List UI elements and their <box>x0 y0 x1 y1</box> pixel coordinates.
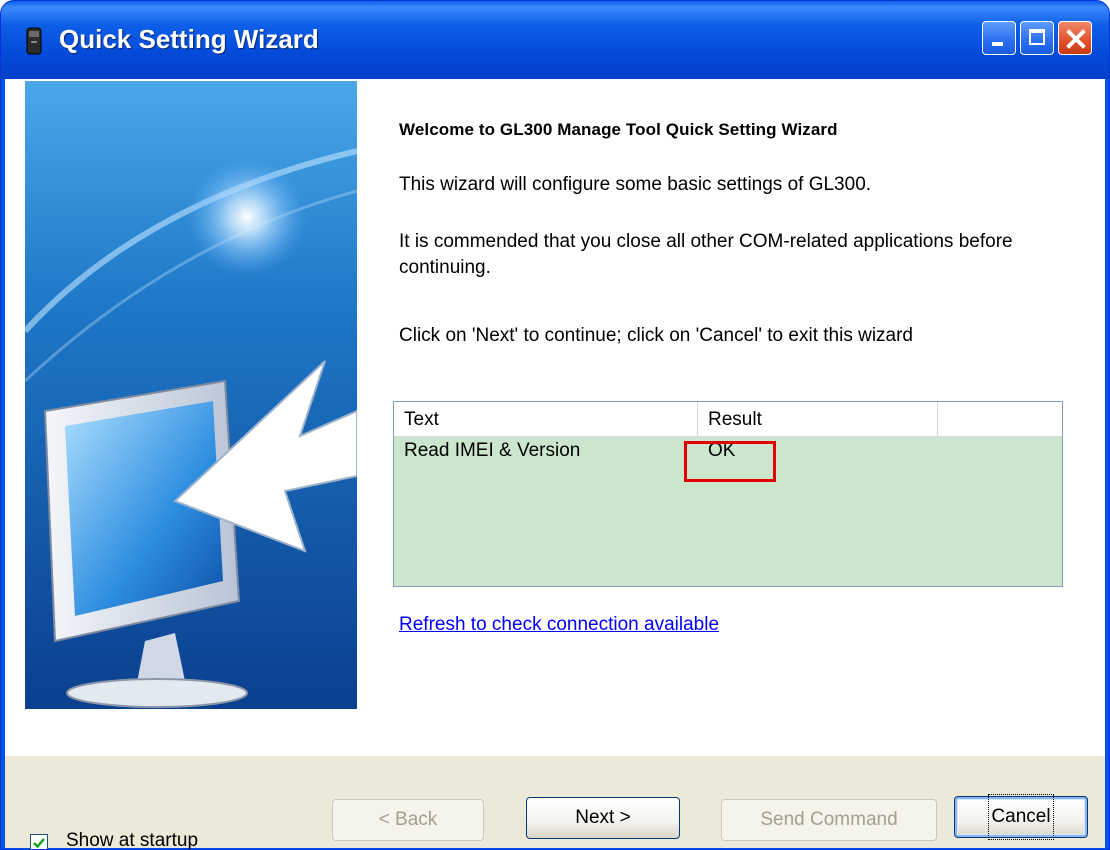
wizard-window: Quick Setting Wizard Welcome to GL300 Ma… <box>0 0 1110 850</box>
checkmark-icon <box>33 838 45 849</box>
next-button-label: Next > <box>575 807 631 828</box>
result-list[interactable]: Text Result Read IMEI & Version OK <box>393 401 1063 587</box>
close-button[interactable] <box>1058 21 1092 55</box>
warning-text: It is commended that you close all other… <box>399 231 1013 278</box>
maximize-icon <box>1029 29 1045 45</box>
window-title: Quick Setting Wizard <box>59 24 319 54</box>
title-bar[interactable]: Quick Setting Wizard <box>1 1 1109 79</box>
list-header: Text Result <box>394 402 1062 437</box>
column-header-result[interactable]: Result <box>698 402 938 436</box>
next-button[interactable]: Next > <box>526 797 680 839</box>
minimize-icon <box>992 42 1003 46</box>
highlight-box <box>684 441 776 482</box>
cancel-button[interactable]: Cancel <box>954 794 1088 840</box>
minimize-button[interactable] <box>982 21 1016 55</box>
show-at-startup-label: Show at startup <box>66 830 199 850</box>
send-command-button[interactable]: Send Command <box>721 799 937 841</box>
column-header-empty[interactable] <box>938 402 1062 436</box>
welcome-heading: Welcome to GL300 Manage Tool Quick Setti… <box>399 120 838 139</box>
computer-monitor-illustration <box>25 81 357 709</box>
app-icon <box>26 27 42 55</box>
row-text-cell: Read IMEI & Version <box>404 440 581 461</box>
back-button-label: < Back <box>378 809 438 830</box>
close-icon <box>1066 29 1086 49</box>
wizard-body: Welcome to GL300 Manage Tool Quick Setti… <box>5 79 1105 848</box>
instruction-text: Click on 'Next' to continue; click on 'C… <box>399 325 914 346</box>
back-button[interactable]: < Back <box>332 799 484 841</box>
checkbox-box[interactable] <box>30 834 48 849</box>
cancel-button-label: Cancel <box>988 794 1054 840</box>
maximize-button[interactable] <box>1020 21 1054 55</box>
column-header-text[interactable]: Text <box>394 402 698 436</box>
send-command-button-label: Send Command <box>760 809 898 830</box>
refresh-connection-link[interactable]: Refresh to check connection available <box>399 614 719 636</box>
intro-text: This wizard will configure some basic se… <box>399 174 872 195</box>
